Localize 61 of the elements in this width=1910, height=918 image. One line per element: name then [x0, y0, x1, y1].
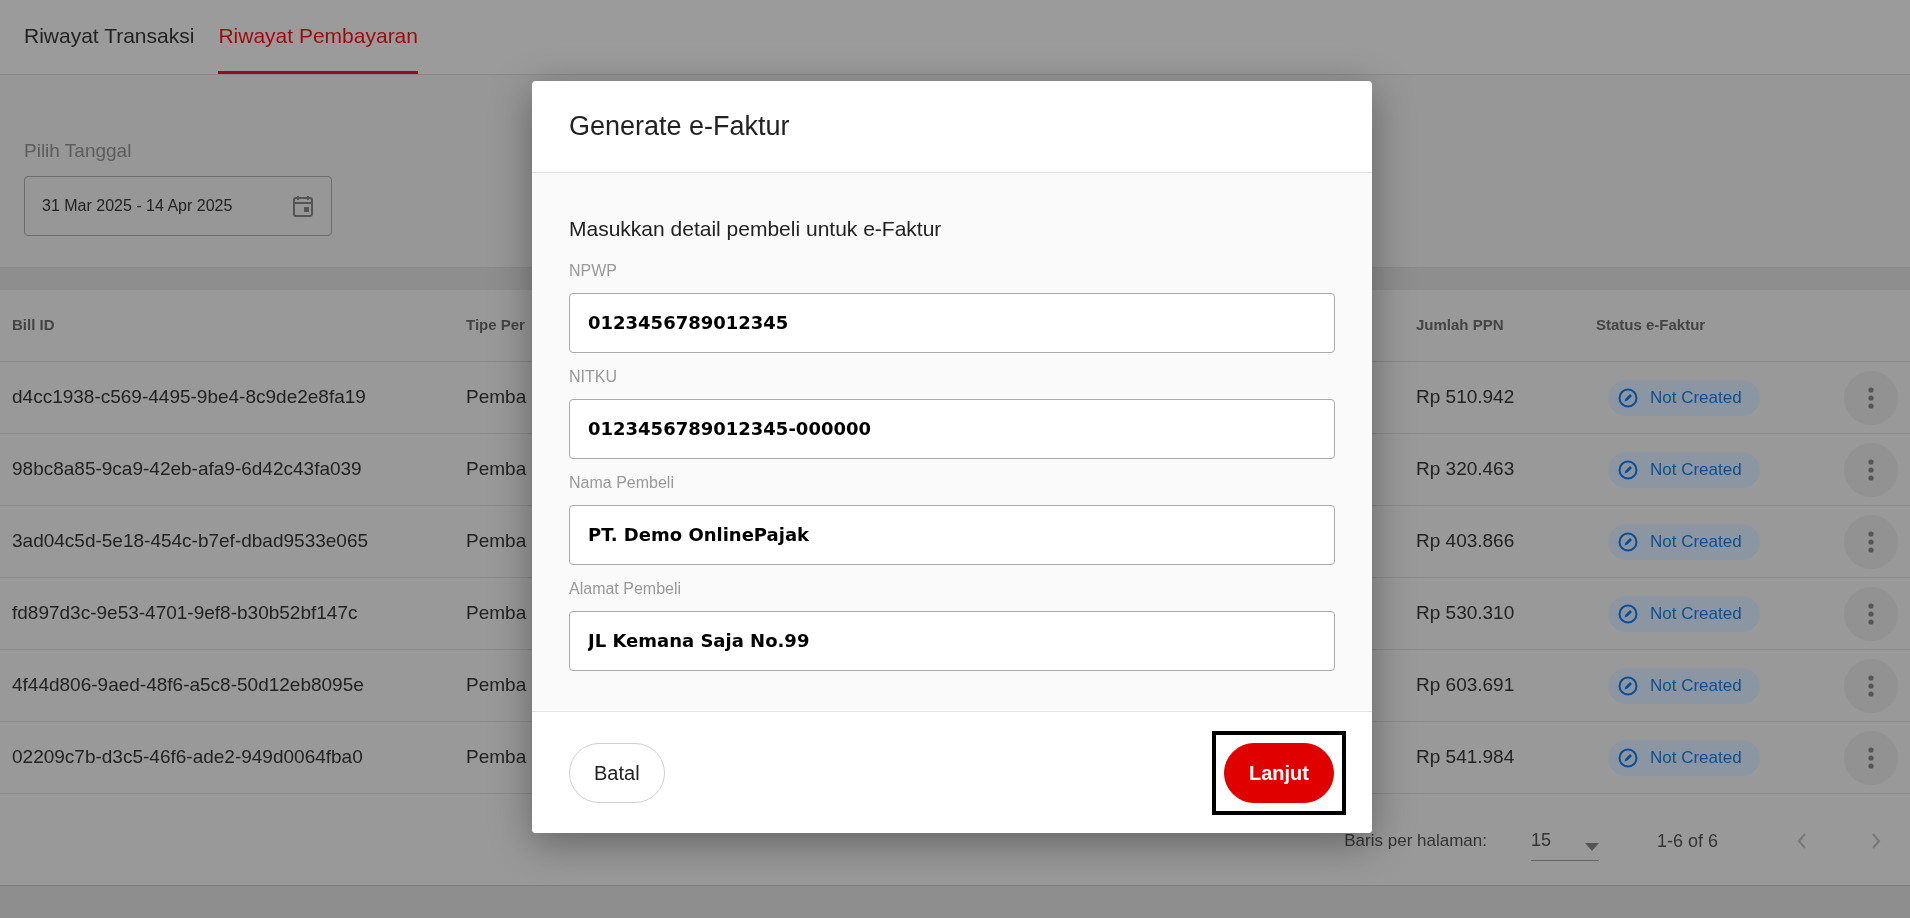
table-cell-text: 02209c7b-d3c5-46f6-ade2-949d0064fba0: [11, 745, 363, 770]
more-icon: [1868, 530, 1874, 553]
table-cell-text: Rp 320.463: [1416, 457, 1515, 482]
table-cell-text: Rp 603.691: [1416, 673, 1515, 698]
field-label: NPWP: [569, 260, 617, 281]
table-cell-text: Rp 541.984: [1416, 745, 1515, 770]
table-cell-text: d4cc1938-c569-4495-9be4-8c9de2e8fa19: [11, 385, 366, 410]
pencil-circle-icon: [1618, 603, 1638, 624]
date-range-field[interactable]: 31 Mar 2025 - 14 Apr 2025: [24, 175, 332, 236]
field-label: Nama Pembeli: [569, 472, 674, 493]
caret-icon: [1584, 842, 1599, 851]
status-badge: Not Created: [1608, 523, 1760, 560]
table-cell-text: Pemba: [466, 385, 527, 410]
page-range: 1-6 of 6: [1656, 829, 1718, 853]
table-cell-text: Pemba: [466, 745, 527, 770]
pencil-circle-icon: [1618, 675, 1638, 696]
field-label: Alamat Pembeli: [569, 578, 682, 599]
rows-per-page-select[interactable]: 15: [1530, 821, 1599, 861]
continue-button[interactable]: Lanjut: [1224, 742, 1334, 803]
status-badge: Not Created: [1608, 739, 1760, 776]
table-cell-text: Pemba: [466, 673, 527, 698]
pencil-circle-icon: [1618, 459, 1638, 480]
status-badge: Not Created: [1608, 451, 1760, 488]
more-icon: [1868, 386, 1874, 409]
status-badge: Not Created: [1608, 667, 1760, 704]
dialog-subtitle: Masukkan detail pembeli untuk e-Faktur: [569, 216, 942, 242]
table-cell-text: Pemba: [466, 529, 527, 554]
column-header: Bill ID: [11, 315, 55, 336]
more-icon: [1868, 602, 1874, 625]
chevron-left-icon: [1797, 833, 1807, 849]
column-header: Jumlah PPN: [1416, 315, 1504, 336]
cancel-button[interactable]: Batal: [569, 742, 665, 803]
pencil-circle-icon: [1618, 387, 1638, 408]
dialog-title: Generate e-Faktur: [569, 110, 790, 144]
input-field[interactable]: 0123456789012345-000000: [569, 398, 1335, 459]
table-cell-text: Rp 510.942: [1416, 385, 1515, 410]
table-cell-text: 4f44d806-9aed-48f6-a5c8-50d12eb8095e: [11, 673, 364, 698]
field-label: Pilih Tanggal: [24, 139, 132, 163]
status-badge: Not Created: [1608, 595, 1760, 632]
column-header: Tipe Per: [466, 315, 525, 336]
table-cell-text: Rp 403.866: [1416, 529, 1515, 554]
table-cell-text: Rp 530.310: [1416, 601, 1515, 626]
input-field[interactable]: 0123456789012345: [569, 292, 1335, 353]
table-cell-text: 98bc8a85-9ca9-42eb-afa9-6d42c43fa039: [11, 457, 362, 482]
table-cell-text: 3ad04c5d-5e18-454c-b7ef-dbad9533e065: [11, 529, 369, 554]
status-badge: Not Created: [1608, 379, 1760, 416]
pencil-circle-icon: [1618, 747, 1638, 768]
table-cell-text: fd897d3c-9e53-4701-9ef8-b30b52bf147c: [11, 601, 358, 626]
rows-per-page-label: Baris per halaman:: [1344, 830, 1487, 853]
table-cell-text: Pemba: [466, 457, 527, 482]
more-icon: [1868, 674, 1874, 697]
input-field[interactable]: PT. Demo OnlinePajak: [569, 504, 1335, 565]
more-icon: [1868, 458, 1874, 481]
calendar-icon: [293, 194, 313, 217]
table-cell-text: Pemba: [466, 601, 527, 626]
more-icon: [1868, 746, 1874, 769]
pencil-circle-icon: [1618, 531, 1638, 552]
tab[interactable]: Riwayat Transaksi: [24, 0, 195, 74]
chevron-right-icon: [1871, 833, 1881, 849]
column-header: Status e-Faktur: [1596, 315, 1706, 336]
field-label: NITKU: [569, 366, 617, 387]
